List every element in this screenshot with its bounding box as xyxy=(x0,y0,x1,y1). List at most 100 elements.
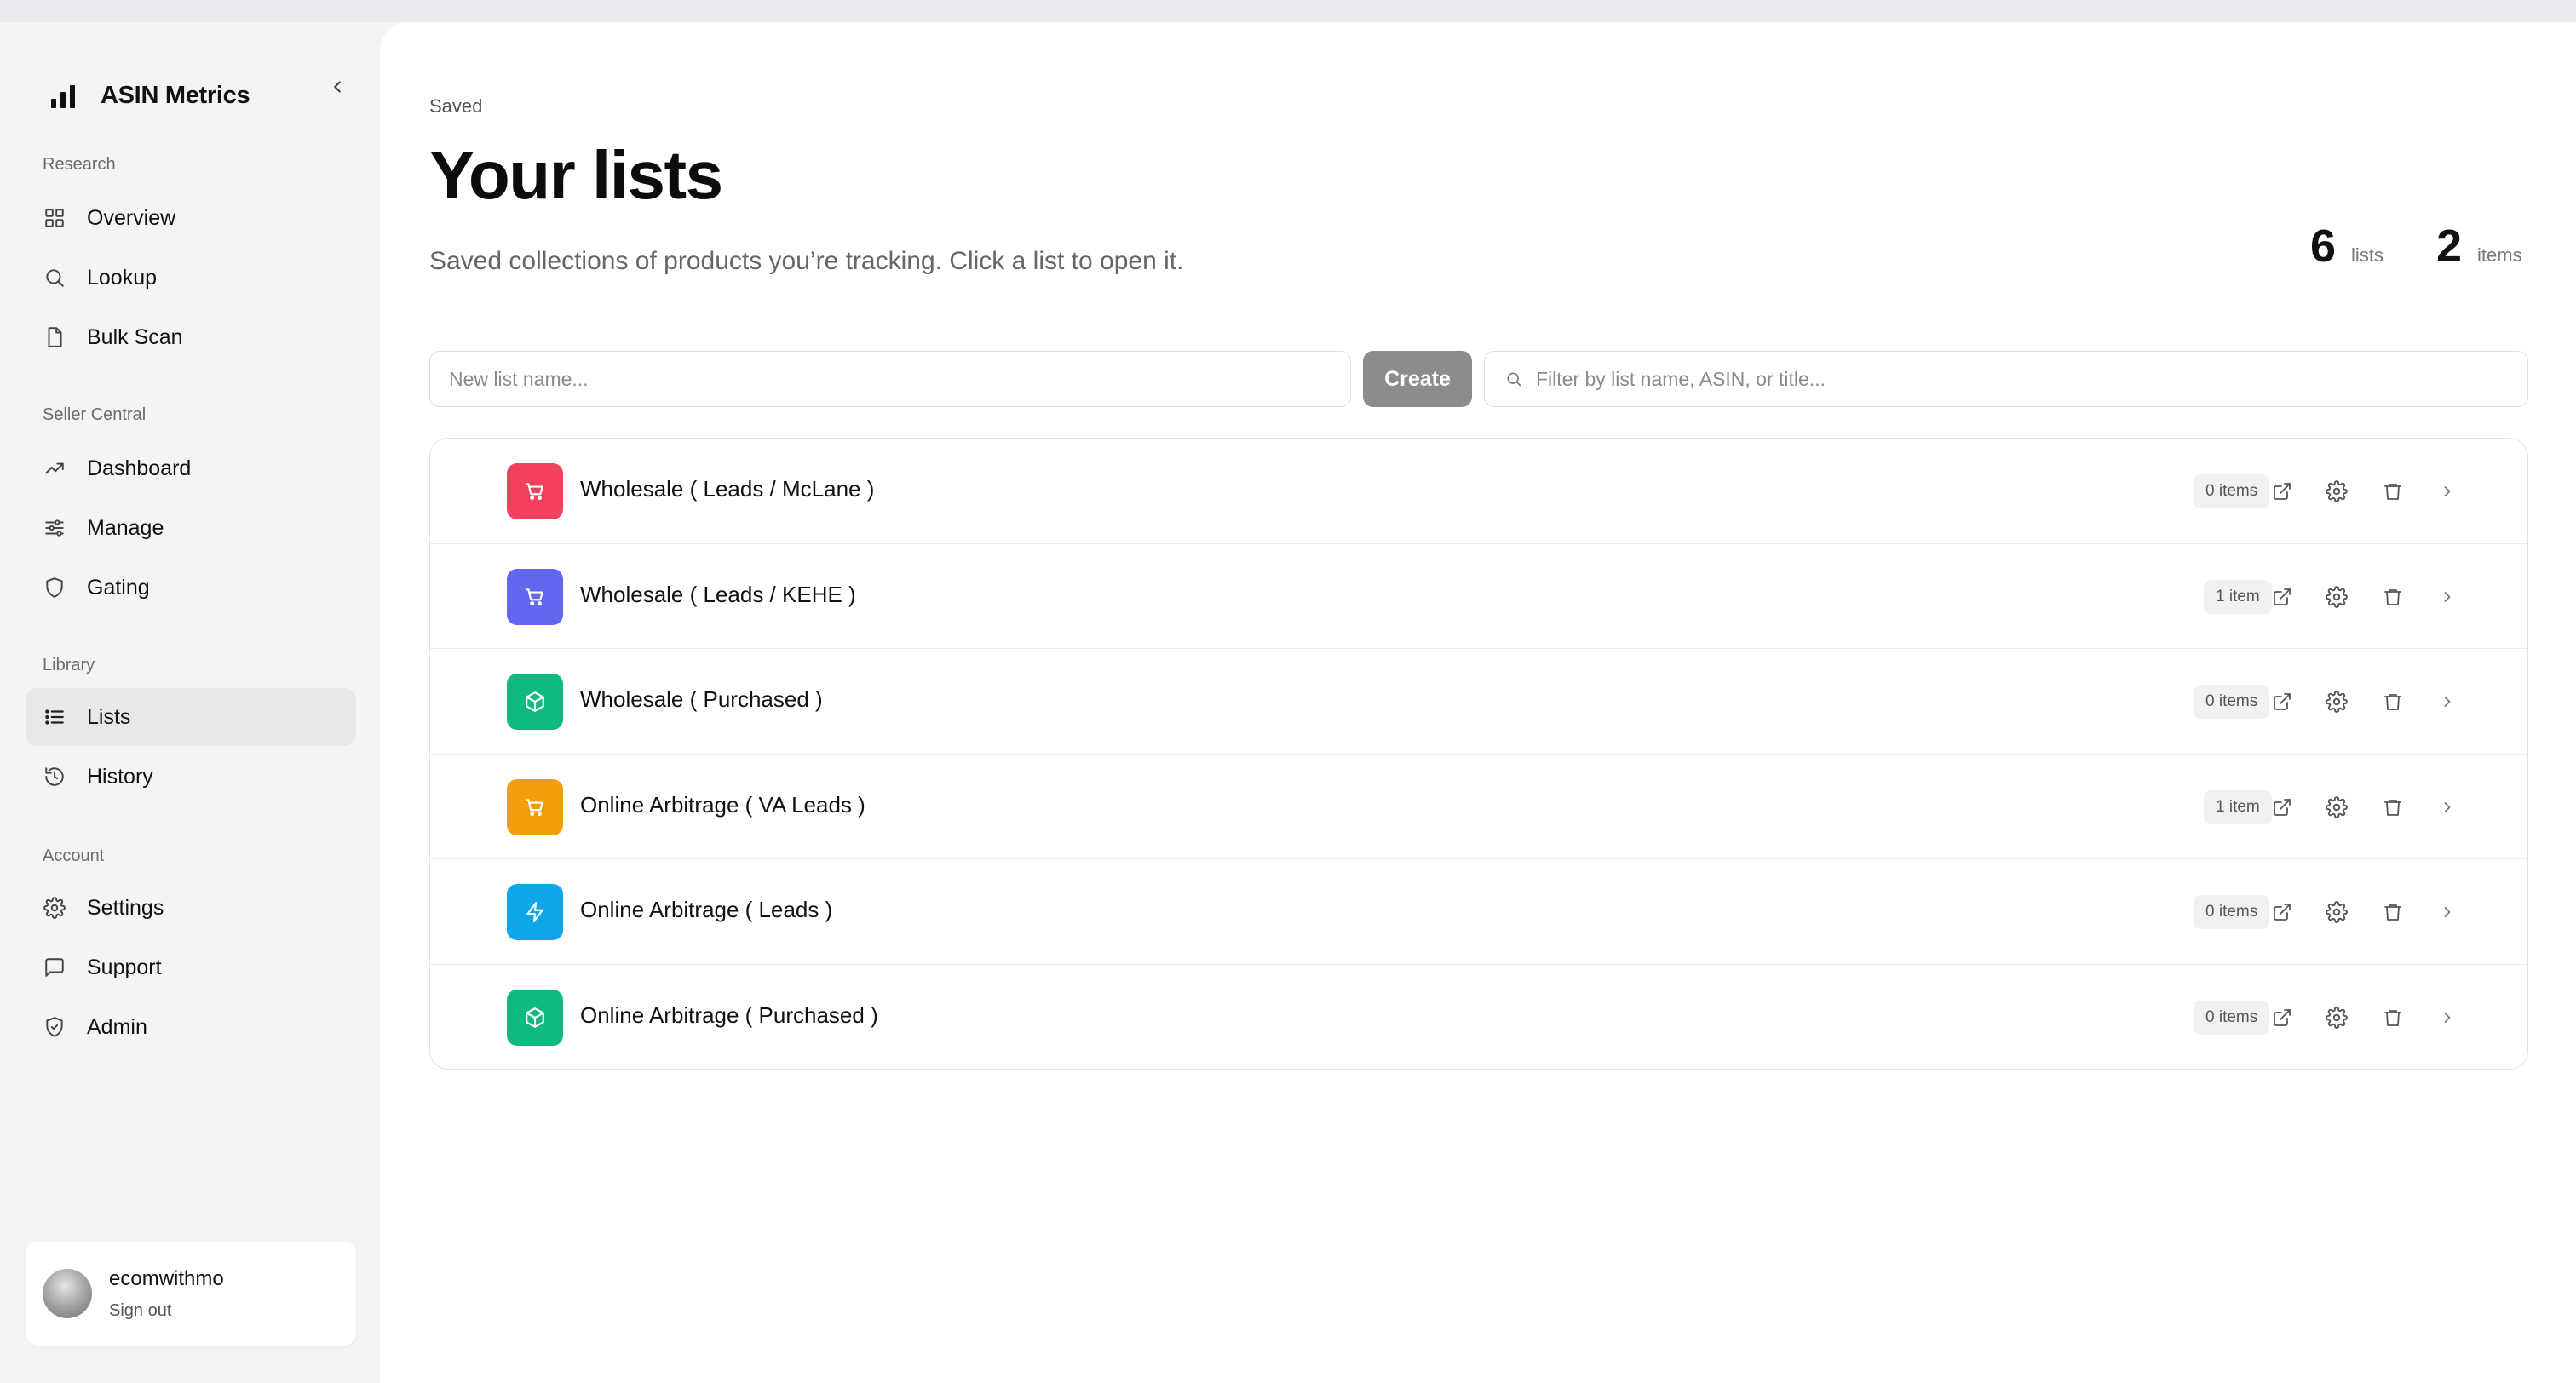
bar-chart-icon xyxy=(51,85,75,108)
main-panel: Saved Your lists Saved collections of pr… xyxy=(380,22,2576,1383)
open-external-icon[interactable] xyxy=(2267,582,2297,612)
chevron-right-icon[interactable] xyxy=(2432,476,2463,507)
item-count-badge: 1 item xyxy=(2204,579,2272,614)
sign-out-link[interactable]: Sign out xyxy=(109,1301,224,1321)
trash-icon[interactable] xyxy=(2378,476,2408,507)
gear-icon[interactable] xyxy=(2321,1002,2352,1033)
box-icon xyxy=(507,674,563,730)
open-external-icon[interactable] xyxy=(2267,1002,2297,1033)
trending-up-icon xyxy=(43,456,66,480)
list-name: Online Arbitrage ( Leads ) xyxy=(580,897,833,922)
list-name: Wholesale ( Purchased ) xyxy=(580,686,823,712)
lists-label: lists xyxy=(2351,244,2383,266)
trash-icon[interactable] xyxy=(2378,582,2408,612)
list-row[interactable]: Online Arbitrage ( Purchased ) 0 items xyxy=(430,965,2527,1070)
filter-field[interactable] xyxy=(1484,351,2528,407)
sidebar-item-label: Manage xyxy=(87,515,164,540)
trash-icon[interactable] xyxy=(2378,792,2408,823)
item-count-badge: 0 items xyxy=(2194,685,2270,719)
sidebar-item-dashboard[interactable]: Dashboard xyxy=(26,439,356,497)
sidebar-item-label: Support xyxy=(87,955,162,979)
item-count-badge: 0 items xyxy=(2194,895,2270,929)
list-row[interactable]: Online Arbitrage ( VA Leads ) 1 item xyxy=(430,755,2527,859)
list-name: Wholesale ( Leads / McLane ) xyxy=(580,476,875,502)
sliders-icon xyxy=(43,516,66,540)
sidebar-item-label: Dashboard xyxy=(87,456,192,480)
sidebar-item-gating[interactable]: Gating xyxy=(26,559,356,617)
chevron-left-icon xyxy=(334,81,341,93)
section-label-account: Account xyxy=(43,846,105,865)
open-external-icon[interactable] xyxy=(2267,476,2297,507)
gear-icon[interactable] xyxy=(2321,792,2352,823)
sidebar-item-support[interactable]: Support xyxy=(26,938,356,996)
items-label: items xyxy=(2477,244,2522,266)
breadcrumb: Saved xyxy=(429,95,483,117)
history-icon xyxy=(43,765,66,789)
file-icon xyxy=(43,325,66,349)
trash-icon[interactable] xyxy=(2378,1002,2408,1033)
lists-stat: 6 lists xyxy=(2310,220,2383,273)
list-row[interactable]: Wholesale ( Leads / KEHE ) 1 item xyxy=(430,544,2527,649)
chevron-right-icon[interactable] xyxy=(2432,792,2463,823)
shield-check-icon xyxy=(43,1015,66,1039)
open-external-icon[interactable] xyxy=(2267,686,2297,717)
sidebar-item-admin[interactable]: Admin xyxy=(26,998,356,1056)
sidebar-item-overview[interactable]: Overview xyxy=(26,189,356,247)
sidebar-item-history[interactable]: History xyxy=(26,748,356,806)
list-icon xyxy=(43,705,66,729)
collapse-sidebar-button[interactable] xyxy=(322,72,353,102)
chevron-right-icon[interactable] xyxy=(2432,686,2463,717)
lists-table: Wholesale ( Leads / McLane ) 0 items Whole… xyxy=(429,438,2528,1070)
item-count-badge: 1 item xyxy=(2204,789,2272,824)
list-row[interactable]: Online Arbitrage ( Leads ) 0 items xyxy=(430,859,2527,965)
section-label-library: Library xyxy=(43,656,95,674)
sidebar-item-bulk-scan[interactable]: Bulk Scan xyxy=(26,308,356,366)
window-top-strip xyxy=(0,0,2576,22)
message-icon xyxy=(43,955,66,979)
brand[interactable]: ASIN Metrics xyxy=(48,73,250,118)
sidebar-item-manage[interactable]: Manage xyxy=(26,499,356,557)
trash-icon[interactable] xyxy=(2378,897,2408,927)
sidebar-item-settings[interactable]: Settings xyxy=(26,879,356,937)
gear-icon[interactable] xyxy=(2321,476,2352,507)
page-subtitle: Saved collections of products you’re tra… xyxy=(429,247,1184,275)
sidebar-item-lists[interactable]: Lists xyxy=(26,688,356,746)
filter-input[interactable] xyxy=(1536,367,2473,391)
sidebar-item-label: Admin xyxy=(87,1014,147,1039)
avatar[interactable] xyxy=(43,1269,92,1318)
item-count-badge: 0 items xyxy=(2194,1000,2270,1035)
list-row[interactable]: Wholesale ( Leads / McLane ) 0 items xyxy=(430,439,2527,544)
sidebar-item-label: Settings xyxy=(87,895,164,920)
gear-icon[interactable] xyxy=(2321,686,2352,717)
chevron-right-icon[interactable] xyxy=(2432,897,2463,927)
trash-icon[interactable] xyxy=(2378,686,2408,717)
user-card: ecomwithmo Sign out xyxy=(26,1242,356,1346)
section-label-seller-central: Seller Central xyxy=(43,405,147,424)
gear-icon[interactable] xyxy=(2321,582,2352,612)
create-list-button[interactable]: Create xyxy=(1363,351,1472,407)
chevron-right-icon[interactable] xyxy=(2432,1002,2463,1033)
gear-icon[interactable] xyxy=(2321,897,2352,927)
list-name: Online Arbitrage ( VA Leads ) xyxy=(580,791,865,818)
sidebar-item-lookup[interactable]: Lookup xyxy=(26,249,356,307)
cart-icon xyxy=(507,568,563,625)
user-info: ecomwithmo Sign out xyxy=(109,1267,224,1321)
items-count: 2 xyxy=(2436,221,2463,272)
app-name: ASIN Metrics xyxy=(101,81,250,109)
user-name: ecomwithmo xyxy=(109,1266,224,1290)
list-row[interactable]: Wholesale ( Purchased ) 0 items xyxy=(430,649,2527,755)
sidebar-item-label: Lookup xyxy=(87,265,158,290)
open-external-icon[interactable] xyxy=(2267,897,2297,927)
open-external-icon[interactable] xyxy=(2267,792,2297,823)
list-name: Online Arbitrage ( Purchased ) xyxy=(580,1001,878,1028)
shield-icon xyxy=(43,576,66,600)
sidebar-item-label: Bulk Scan xyxy=(87,324,183,349)
list-name: Wholesale ( Leads / KEHE ) xyxy=(580,581,856,607)
sidebar-item-label: Gating xyxy=(87,575,150,600)
search-icon xyxy=(43,266,66,290)
new-list-name-input[interactable] xyxy=(429,351,1351,407)
item-count-badge: 0 items xyxy=(2194,474,2270,508)
box-icon xyxy=(507,989,563,1046)
chevron-right-icon[interactable] xyxy=(2432,582,2463,612)
cart-icon xyxy=(507,778,563,835)
